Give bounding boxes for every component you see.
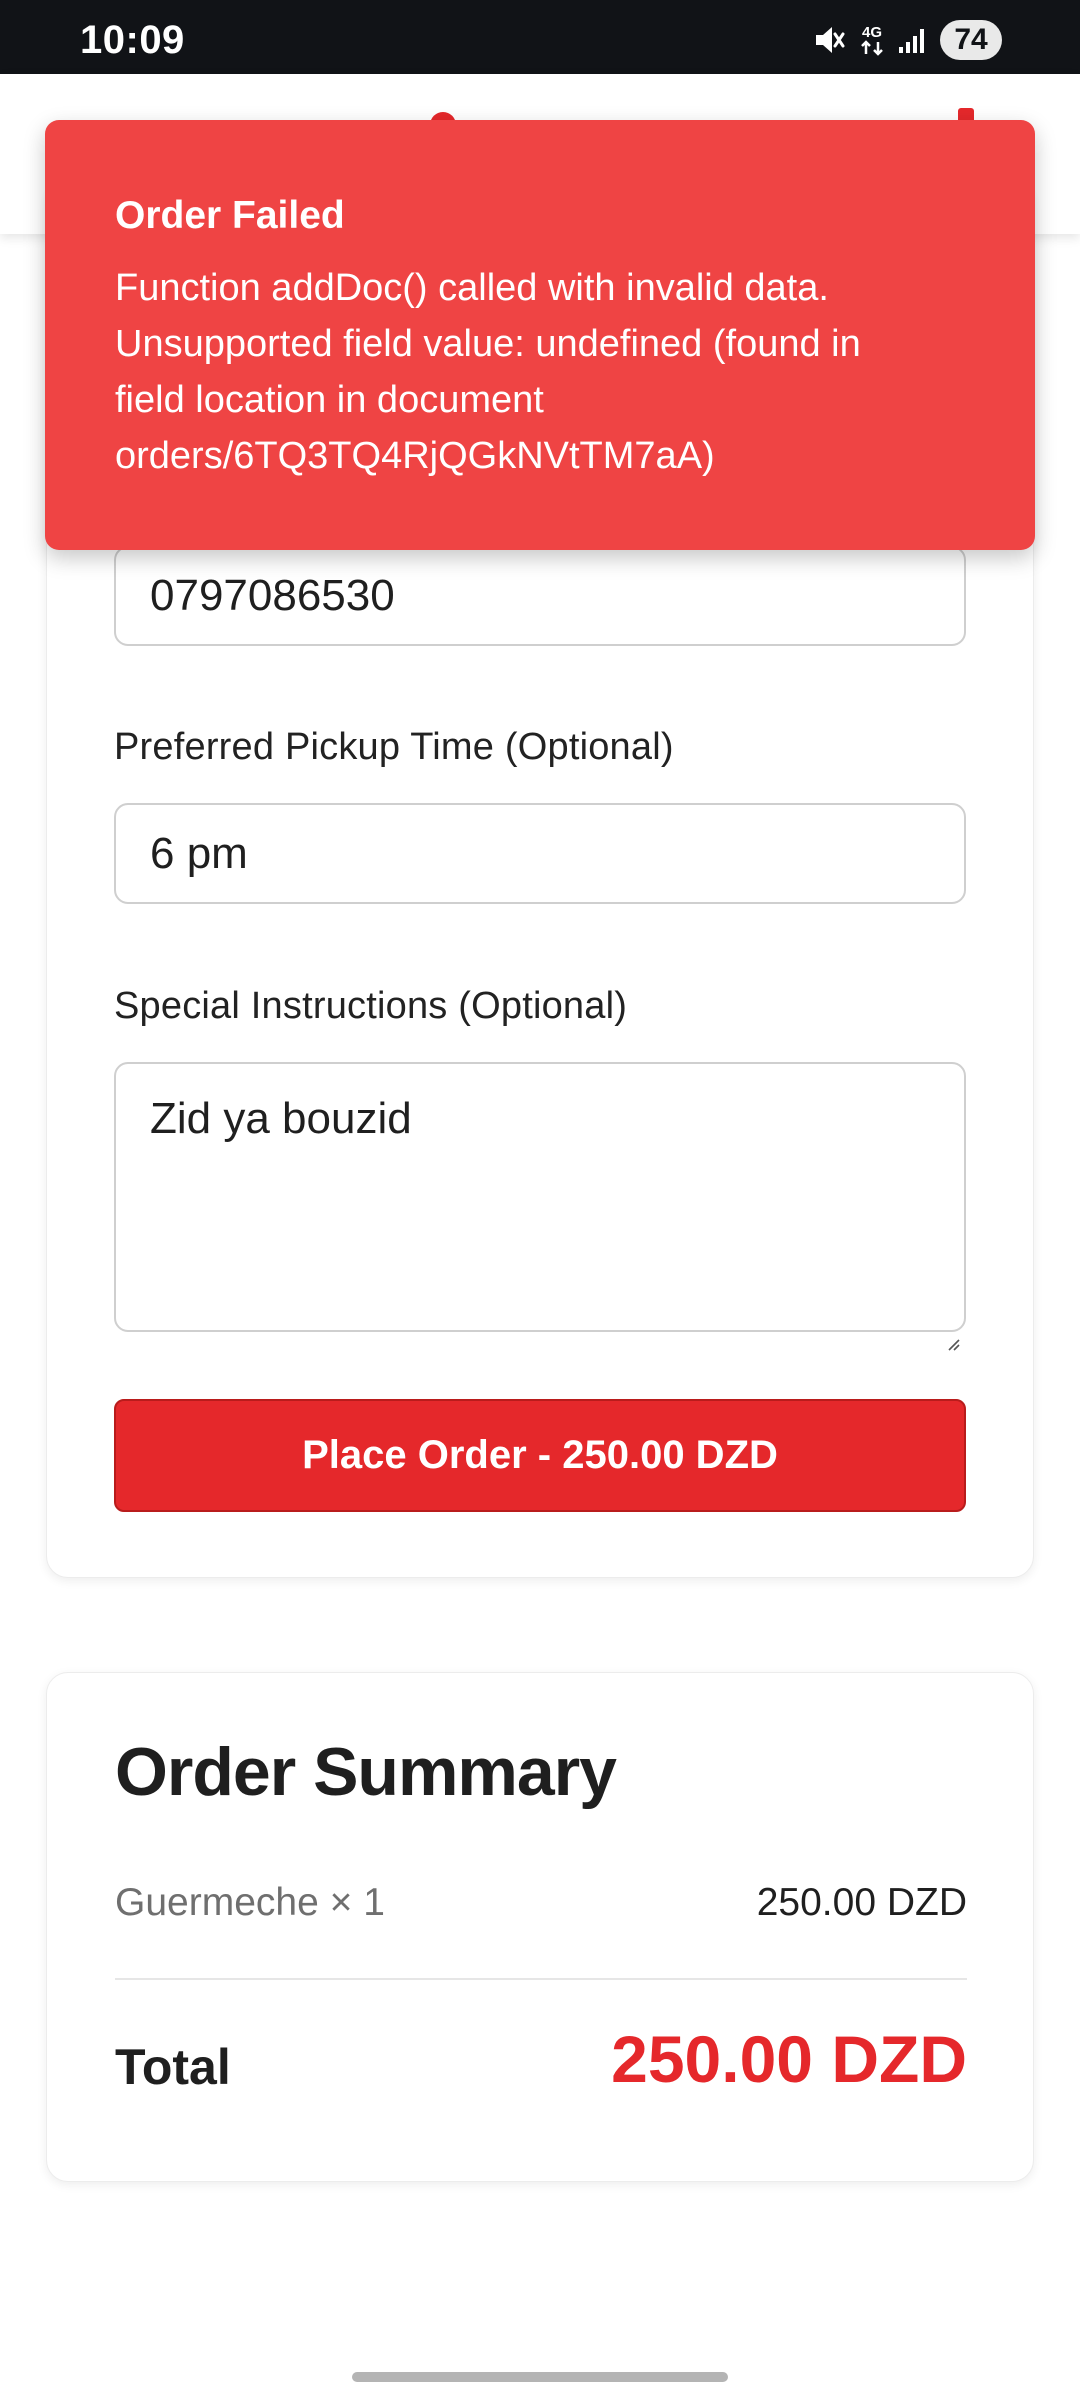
instructions-textarea[interactable]: Zid ya bouzid	[114, 1062, 966, 1351]
summary-item-price: 250.00 DZD	[756, 1881, 967, 1924]
summary-item-name: Guermeche × 1	[115, 1881, 385, 1924]
summary-divider	[115, 1978, 967, 1980]
phone-input[interactable]: 0797086530	[114, 546, 966, 646]
status-icons: 4G 74	[812, 20, 1002, 60]
instructions-label: Special Instructions (Optional)	[114, 985, 628, 1027]
status-bar: 10:09 4G 74	[0, 0, 1080, 74]
pickup-time-input[interactable]: 6 pm	[114, 803, 966, 904]
signal-icon	[898, 25, 928, 55]
status-time: 10:09	[80, 18, 185, 62]
home-indicator[interactable]	[352, 2372, 728, 2382]
toast-title: Order Failed	[115, 194, 345, 237]
phone-input-value: 0797086530	[150, 571, 395, 620]
battery-icon: 74	[940, 20, 1002, 60]
place-order-button[interactable]: Place Order - 250.00 DZD	[114, 1399, 966, 1512]
toast-message: Function addDoc() called with invalid da…	[115, 267, 861, 477]
total-label: Total	[115, 2039, 231, 2095]
error-toast[interactable]: Order Failed Function addDoc() called wi…	[45, 120, 1035, 550]
svg-text:4G: 4G	[862, 24, 882, 41]
resize-handle-icon[interactable]	[946, 1312, 960, 1351]
pickup-time-value: 6 pm	[150, 828, 248, 878]
order-summary-card: Order Summary Guermeche × 1 250.00 DZD T…	[46, 1672, 1034, 2182]
mute-icon	[812, 23, 846, 57]
order-summary-title: Order Summary	[115, 1734, 617, 1810]
instructions-value: Zid ya bouzid	[150, 1094, 412, 1143]
total-value: 250.00 DZD	[611, 2022, 967, 2096]
4g-icon: 4G	[858, 22, 886, 58]
pickup-time-label: Preferred Pickup Time (Optional)	[114, 726, 674, 768]
